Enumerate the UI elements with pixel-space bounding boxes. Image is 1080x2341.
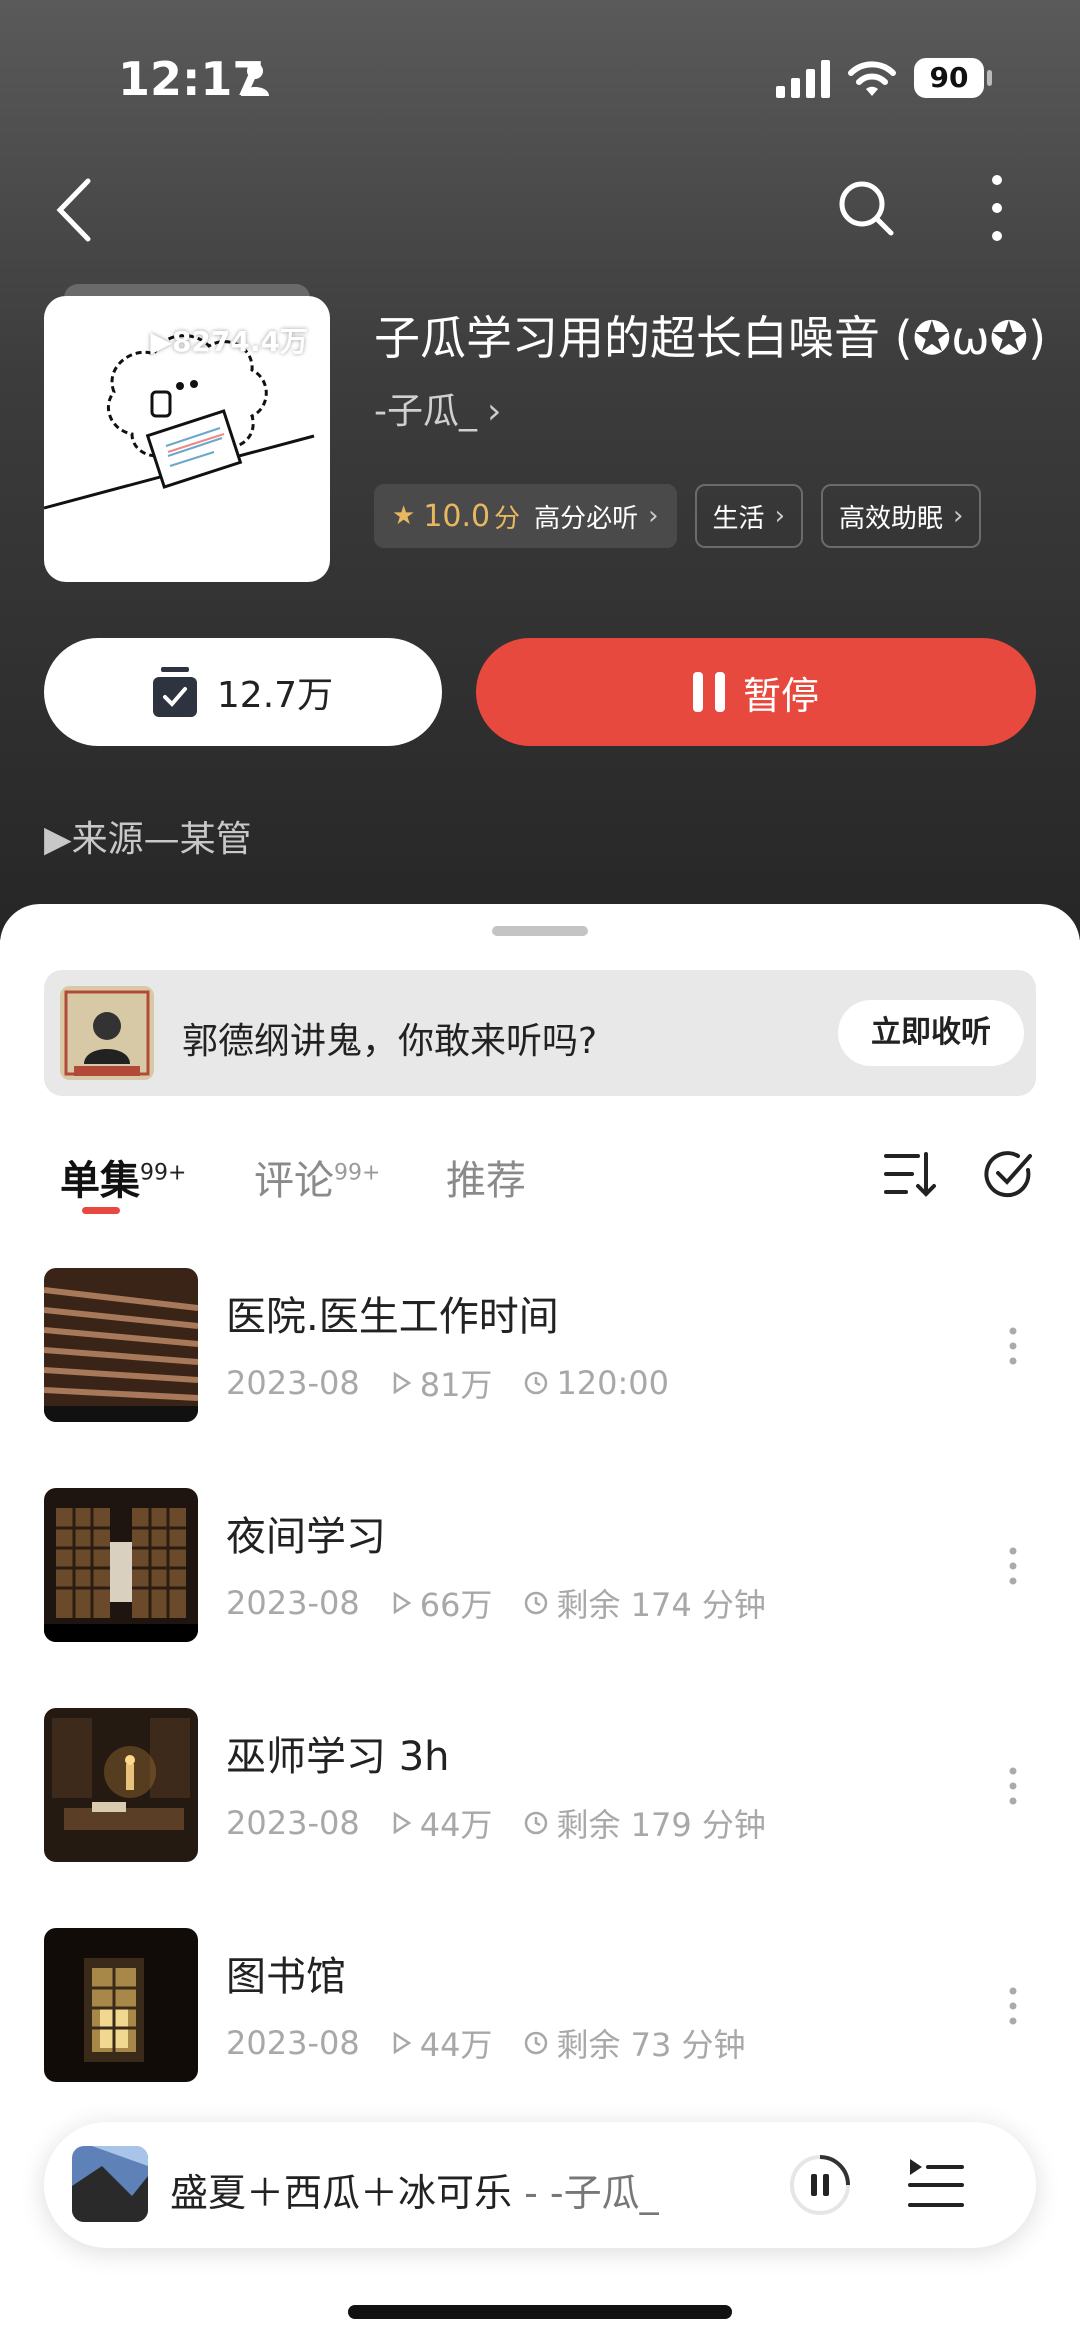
- episode-thumbnail: [44, 1488, 198, 1642]
- tag-label: 高效助眠: [838, 503, 943, 534]
- more-vertical-icon[interactable]: [1008, 1986, 1018, 2026]
- episode-title: 图书馆: [226, 1954, 346, 2000]
- tab-episodes[interactable]: 单集99+: [60, 1148, 186, 1206]
- clock-icon: [525, 1371, 548, 1395]
- tab-label: 评论: [254, 1158, 334, 1204]
- clock-icon: [525, 1591, 548, 1615]
- now-playing-title: 盛夏＋西瓜＋冰可乐 - -子瓜_: [170, 2162, 659, 2217]
- episode-date: 2023-08: [226, 1584, 360, 1622]
- batch-select-icon[interactable]: [982, 1148, 1034, 1200]
- more-vertical-icon[interactable]: [1008, 1326, 1018, 1366]
- battery-tip: [987, 70, 992, 86]
- now-playing-track: 盛夏＋西瓜＋冰可乐: [170, 2171, 513, 2215]
- play-count-icon: [393, 1592, 412, 1614]
- person-icon: [241, 63, 269, 96]
- episode-title: 夜间学习: [226, 1514, 386, 1560]
- episode-meta: 2023-08 44万 剩余 179 分钟: [226, 1800, 766, 1846]
- episode-plays: 81万: [419, 1366, 493, 1404]
- home-indicator[interactable]: [348, 2305, 732, 2319]
- pause-button[interactable]: 暂停: [476, 638, 1036, 746]
- star-icon: ★: [392, 501, 416, 531]
- episode-thumbnail: [44, 1708, 198, 1862]
- episode-duration: 剩余 174 分钟: [556, 1586, 766, 1624]
- clock-icon: [525, 1811, 548, 1835]
- episode-duration: 120:00: [556, 1364, 670, 1402]
- episode-title: 医院.医生工作时间: [226, 1294, 559, 1340]
- episode-item[interactable]: 巫师学习 3h 2023-08 44万 剩余 179 分钟: [0, 1708, 1080, 1868]
- play-count-icon: [393, 1812, 412, 1834]
- pause-label: 暂停: [742, 673, 819, 718]
- active-tab-indicator: [82, 1207, 120, 1214]
- more-vertical-icon[interactable]: [1008, 1766, 1018, 1806]
- battery-indicator: 90: [914, 58, 984, 98]
- episode-thumbnail: [44, 1268, 198, 1422]
- back-icon[interactable]: [50, 175, 110, 245]
- episode-duration: 剩余 179 分钟: [556, 1806, 766, 1844]
- episode-thumbnail: [44, 1928, 198, 2082]
- episode-item[interactable]: 图书馆 2023-08 44万 剩余 73 分钟: [0, 1928, 1080, 2088]
- sort-icon[interactable]: [884, 1148, 936, 1200]
- author-name: -子瓜_: [374, 391, 477, 432]
- score-unit: 分: [494, 503, 521, 534]
- tag-label: 生活: [712, 503, 765, 534]
- episode-title: 巫师学习 3h: [226, 1734, 450, 1780]
- search-icon[interactable]: [836, 178, 896, 238]
- tag-sleep[interactable]: 高效助眠 ›: [820, 484, 982, 548]
- more-options-icon[interactable]: [986, 172, 1008, 244]
- episode-meta: 2023-08 44万 剩余 73 分钟: [226, 2020, 746, 2066]
- chevron-right-icon: ›: [487, 391, 502, 432]
- album-cover[interactable]: ▶8274.4万: [44, 296, 330, 582]
- now-playing-separator: -: [512, 2171, 550, 2215]
- clock-icon: [525, 2031, 548, 2055]
- episode-plays: 44万: [419, 2026, 493, 2064]
- subscribed-icon: [152, 667, 197, 717]
- album-description[interactable]: ▶来源—某管: [44, 810, 252, 862]
- promo-thumbnail: [60, 986, 154, 1080]
- subscribe-button[interactable]: 12.7万: [44, 638, 442, 746]
- score-value: 10.0: [423, 498, 491, 534]
- episode-duration: 剩余 73 分钟: [556, 2026, 746, 2064]
- sheet-handle[interactable]: [492, 926, 588, 936]
- chevron-right-icon: ›: [648, 501, 659, 531]
- playlist-icon[interactable]: [906, 2155, 966, 2213]
- tab-badge: 99+: [334, 1160, 381, 1186]
- tab-comments[interactable]: 评论99+: [254, 1148, 380, 1206]
- mini-player-pause-icon[interactable]: [788, 2153, 852, 2217]
- episode-item[interactable]: 医院.医生工作时间 2023-08 81万 120:00: [0, 1268, 1080, 1428]
- more-vertical-icon[interactable]: [1008, 1546, 1018, 1586]
- episode-item[interactable]: 夜间学习 2023-08 66万 剩余 174 分钟: [0, 1488, 1080, 1648]
- author-link[interactable]: -子瓜_ ›: [374, 382, 501, 434]
- episode-meta: 2023-08 66万 剩余 174 分钟: [226, 1580, 766, 1626]
- play-count: ▶8274.4万: [150, 325, 308, 358]
- now-playing-author: -子瓜_: [549, 2171, 659, 2215]
- episode-date: 2023-08: [226, 2024, 360, 2062]
- promo-text: 郭德纲讲鬼，你敢来听吗?: [182, 1021, 598, 1062]
- tab-recommend[interactable]: 推荐: [446, 1148, 526, 1206]
- episode-date: 2023-08: [226, 1364, 360, 1402]
- signal-icon: [776, 60, 830, 98]
- episode-meta: 2023-08 81万 120:00: [226, 1360, 669, 1406]
- tag-row: ★ 10.0 分 高分必听 › 生活 › 高效助眠 ›: [374, 484, 982, 548]
- tab-badge: 99+: [140, 1160, 187, 1186]
- episode-plays: 66万: [419, 1586, 493, 1624]
- chevron-right-icon: ›: [952, 501, 964, 531]
- score-label: 高分必听: [534, 503, 639, 534]
- wifi-icon: [848, 61, 896, 96]
- tab-label: 推荐: [446, 1158, 526, 1204]
- pause-icon: [692, 672, 725, 712]
- score-tag[interactable]: ★ 10.0 分 高分必听 ›: [374, 484, 677, 548]
- episode-plays: 44万: [419, 1806, 493, 1844]
- episode-date: 2023-08: [226, 1804, 360, 1842]
- play-count-icon: [393, 2032, 412, 2054]
- album-title: 子瓜学习用的超长白噪音 (✪ω✪): [374, 311, 1047, 365]
- tab-label: 单集: [60, 1158, 140, 1204]
- now-playing-thumbnail: [72, 2146, 148, 2222]
- listen-now-button[interactable]: 立即收听: [838, 1000, 1024, 1066]
- chevron-right-icon: ›: [774, 501, 785, 531]
- play-count-icon: [393, 1372, 412, 1394]
- tag-life[interactable]: 生活 ›: [694, 484, 803, 548]
- subscribe-count: 12.7万: [216, 675, 334, 716]
